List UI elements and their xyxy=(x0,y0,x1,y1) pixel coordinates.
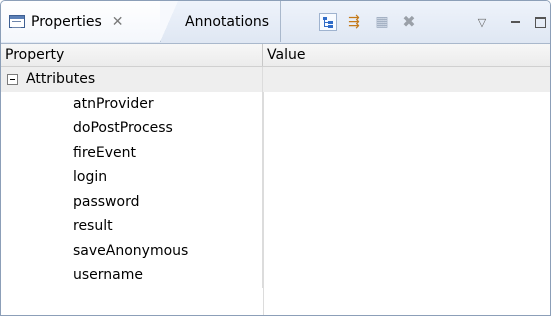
properties-view-icon xyxy=(9,15,25,28)
value-cell[interactable] xyxy=(263,214,550,239)
tab-strip: Properties ✕ Annotations ⇶ ▦ ✖ ▽ xyxy=(1,1,550,44)
x-icon: ✖ xyxy=(402,12,416,31)
group-row-attributes[interactable]: Attributes xyxy=(1,67,550,92)
property-cell: fireEvent xyxy=(1,140,263,165)
table-row[interactable]: result xyxy=(1,214,550,239)
property-cell: saveAnonymous xyxy=(1,238,263,263)
value-cell[interactable] xyxy=(263,141,550,166)
restore-default-button[interactable]: ▦ xyxy=(373,13,391,31)
column-header-value[interactable]: Value xyxy=(263,44,550,66)
table-header: Property Value xyxy=(1,44,550,67)
tab-annotations-label: Annotations xyxy=(185,13,270,30)
show-categories-button[interactable] xyxy=(319,13,337,31)
property-cell: doPostProcess xyxy=(1,116,263,141)
properties-view: Properties ✕ Annotations ⇶ ▦ ✖ ▽ Propert… xyxy=(0,0,551,316)
table-row[interactable]: username xyxy=(1,263,550,288)
table-row[interactable]: saveAnonymous xyxy=(1,238,550,264)
chevron-down-icon: ▽ xyxy=(477,15,487,29)
tab-annotations[interactable]: Annotations xyxy=(173,1,281,42)
group-label: Attributes xyxy=(26,71,96,88)
group-value-cell xyxy=(263,67,550,92)
table-row[interactable]: fireEvent xyxy=(1,140,550,166)
value-cell[interactable] xyxy=(263,116,550,141)
table-row[interactable]: login xyxy=(1,165,550,190)
tab-properties[interactable]: Properties ✕ xyxy=(1,1,178,42)
table-row[interactable]: doPostProcess xyxy=(1,116,550,141)
group-cell: Attributes xyxy=(1,67,263,92)
property-cell: result xyxy=(1,214,263,239)
value-cell[interactable] xyxy=(263,190,550,215)
restore-icon: ▦ xyxy=(375,14,389,30)
property-cell: atnProvider xyxy=(1,91,263,116)
value-cell[interactable] xyxy=(263,263,550,288)
value-cell[interactable] xyxy=(263,165,550,190)
filter-advanced-button[interactable]: ⇶ xyxy=(345,13,363,31)
property-cell: password xyxy=(1,189,263,214)
remove-button[interactable]: ✖ xyxy=(400,13,418,31)
tab-properties-label: Properties xyxy=(31,13,102,30)
maximize-icon[interactable] xyxy=(531,13,549,31)
property-cell: login xyxy=(1,165,263,190)
close-icon[interactable]: ✕ xyxy=(112,14,124,30)
minimize-icon[interactable] xyxy=(506,13,524,31)
property-cell: username xyxy=(1,263,263,288)
collapse-icon[interactable] xyxy=(7,73,18,85)
property-table: Attributes atnProvider doPostProcess fir… xyxy=(1,67,550,288)
table-row[interactable]: atnProvider xyxy=(1,91,550,117)
view-menu-button[interactable]: ▽ xyxy=(473,13,491,31)
value-cell[interactable] xyxy=(263,239,550,264)
column-header-property[interactable]: Property xyxy=(1,44,263,66)
value-cell[interactable] xyxy=(263,92,550,117)
filter-icon: ⇶ xyxy=(348,14,360,30)
tree-icon xyxy=(322,16,334,28)
table-row[interactable]: password xyxy=(1,189,550,215)
